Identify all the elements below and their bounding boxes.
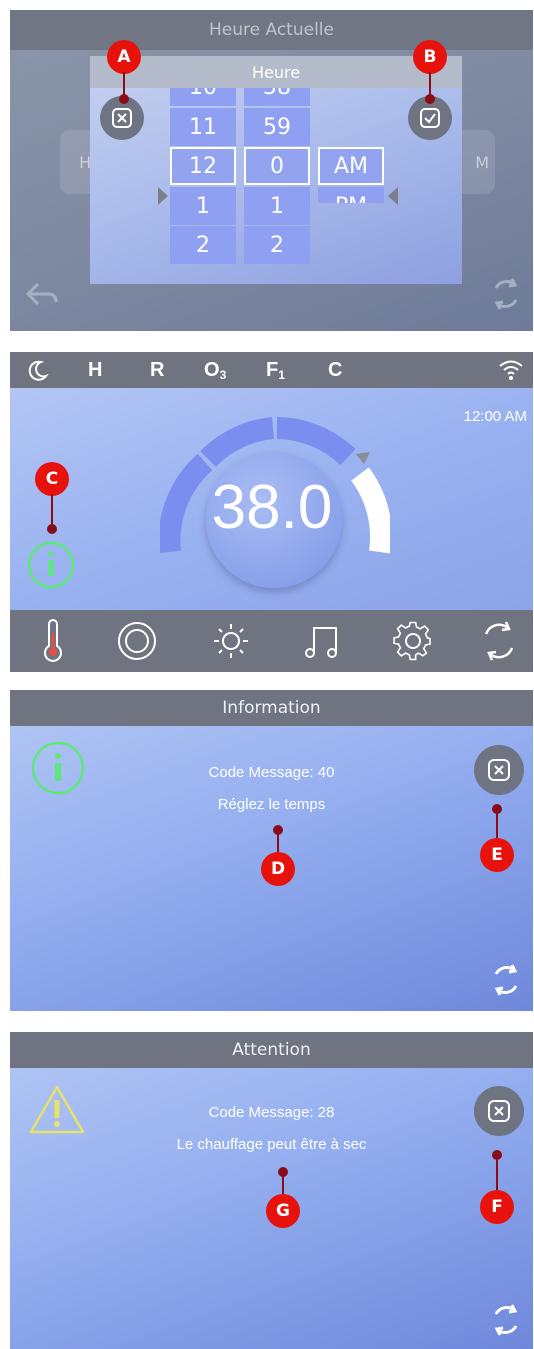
screen-title: Attention (10, 1032, 533, 1068)
hour-option[interactable]: 1 (170, 187, 236, 225)
hour-option[interactable]: 11 (170, 108, 236, 146)
callout-c-line (51, 494, 53, 528)
minute-scroller[interactable]: 58 59 0 1 2 (244, 88, 310, 284)
status-c: C (328, 358, 343, 381)
ampm-selected[interactable]: AM (318, 147, 384, 185)
back-arrow-icon[interactable] (24, 280, 60, 310)
callout-a-dot (119, 94, 129, 104)
checkmark-icon (420, 108, 440, 128)
moon-icon (28, 360, 49, 381)
bottom-nav (10, 610, 533, 672)
message-text: Réglez le temps (217, 796, 326, 813)
close-button[interactable] (474, 1086, 524, 1136)
hour-scroller[interactable]: 10 11 12 1 2 (170, 88, 236, 284)
status-h: H (88, 358, 103, 381)
status-r: R (150, 358, 165, 381)
refresh-icon[interactable] (488, 276, 524, 312)
callout-b: B (413, 40, 447, 74)
minute-option[interactable]: 2 (244, 226, 310, 264)
callout-d: D (261, 852, 295, 886)
selection-arrow-right-icon (388, 187, 398, 205)
minute-option[interactable]: 1 (244, 187, 310, 225)
main-screen: H R O3 F1 C 12:00 AM 38.0 C (10, 352, 533, 672)
wifi-icon (499, 360, 523, 380)
minute-selected[interactable]: 0 (244, 147, 310, 185)
status-ozone: O3 (204, 358, 227, 383)
info-icon[interactable] (26, 540, 76, 590)
music-icon[interactable] (300, 618, 346, 664)
screen-title: Heure Actuelle (10, 10, 533, 50)
callout-f-line (496, 1155, 498, 1192)
ampm-scroller[interactable]: AM PM (318, 147, 384, 203)
status-bar: H R O3 F1 C (10, 352, 533, 388)
message-text: Le chauffage peut être à sec (176, 1136, 367, 1153)
clock: 12:00 AM (463, 408, 527, 425)
temperature-value: 38.0 (211, 473, 333, 542)
attention-screen: Attention Code Message: 28 Le chauffage … (10, 1032, 533, 1349)
callout-b-dot (425, 94, 435, 104)
light-icon[interactable] (208, 618, 254, 664)
minute-option[interactable]: 58 (244, 88, 310, 106)
message-code: Code Message: 40 (208, 764, 335, 781)
callout-e: E (480, 838, 514, 872)
hour-option[interactable]: 10 (170, 88, 236, 106)
callout-c-dot (47, 524, 57, 534)
jets-icon[interactable] (114, 618, 160, 664)
close-icon (488, 1100, 510, 1122)
refresh-icon[interactable] (488, 1302, 524, 1338)
minute-option[interactable]: 59 (244, 108, 310, 146)
thermometer-icon[interactable] (30, 618, 76, 664)
hour-option[interactable]: 2 (170, 226, 236, 264)
ampm-option[interactable]: PM (318, 187, 384, 203)
selection-arrow-left-icon (158, 187, 168, 205)
dialog-title: Heure (90, 56, 462, 88)
time-settings-screen: Heure Actuelle He M Heure 10 11 (10, 10, 533, 331)
refresh-icon[interactable] (476, 618, 522, 664)
hour-selected[interactable]: 12 (170, 147, 236, 185)
message-code: Code Message: 28 (208, 1104, 335, 1121)
status-filter: F1 (266, 358, 285, 383)
close-icon (488, 759, 510, 781)
callout-c: C (35, 462, 69, 496)
close-icon (112, 108, 132, 128)
close-button[interactable] (474, 745, 524, 795)
callout-f: F (480, 1190, 514, 1224)
time-picker-dialog: Heure 10 11 12 1 2 58 59 0 (90, 56, 462, 284)
information-screen: Information Code Message: 40 Réglez le t… (10, 690, 533, 1011)
refresh-icon[interactable] (488, 962, 524, 998)
callout-e-line (496, 809, 498, 840)
callout-g: G (266, 1194, 300, 1228)
screen-title: Information (10, 690, 533, 726)
settings-gear-icon[interactable] (390, 618, 436, 664)
callout-a: A (107, 40, 141, 74)
